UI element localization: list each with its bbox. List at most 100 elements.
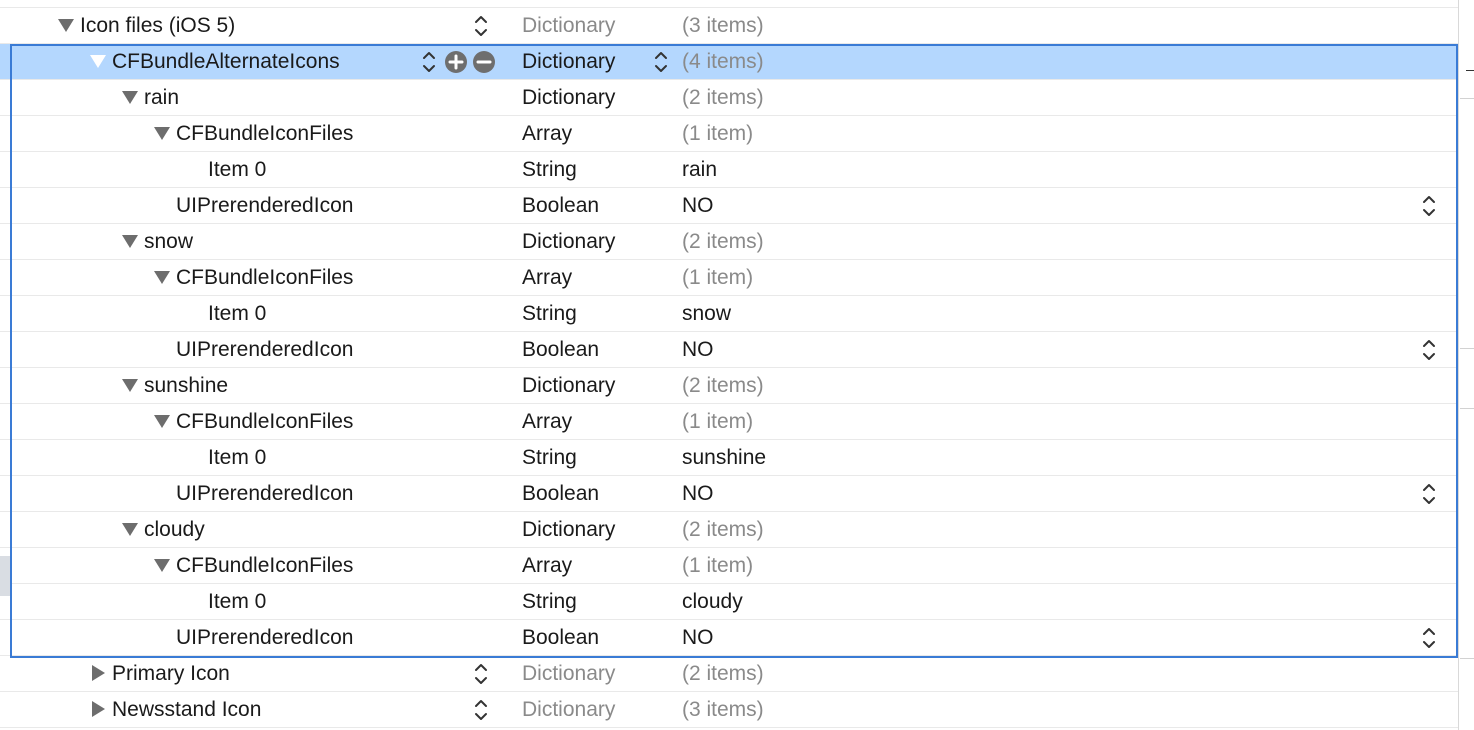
stepper-icon[interactable] [473, 0, 489, 4]
row-key: snow [144, 230, 194, 253]
row-key: rain [144, 86, 180, 109]
row-type: Array [522, 554, 573, 577]
table-row[interactable]: cloudy Dictionary (2 items) [0, 512, 1458, 548]
row-value: (1 item) [682, 554, 754, 577]
row-type: Boolean [522, 482, 600, 505]
disclosure-triangle-open-icon[interactable] [154, 271, 170, 284]
table-row[interactable]: CFBundleIconFiles Array (1 item) [0, 404, 1458, 440]
disclosure-triangle-open-icon[interactable] [122, 91, 138, 104]
row-value: (1 item) [682, 410, 754, 433]
row-value[interactable]: NO [682, 626, 714, 650]
disclosure-triangle-open-icon[interactable] [122, 379, 138, 392]
row-value[interactable]: NO [682, 194, 714, 218]
table-row-selected[interactable]: CFBundleAlternateIcons Dictionary (4 ite… [0, 44, 1458, 80]
row-key: Item 0 [208, 446, 267, 469]
remove-row-icon[interactable] [473, 51, 495, 73]
row-type: Dictionary [522, 374, 616, 397]
disclosure-triangle-open-icon[interactable] [90, 55, 106, 68]
row-key: CFBundleIconFiles [176, 410, 354, 433]
disclosure-triangle-closed-icon[interactable] [92, 701, 105, 717]
row-value[interactable]: rain [682, 158, 717, 182]
disclosure-triangle-open-icon[interactable] [122, 523, 138, 536]
property-list-editor: Icon files (iOS 5) Dictionary (3 items) … [0, 0, 1474, 730]
row-value[interactable]: snow [682, 302, 731, 326]
row-key: CFBundleIconFiles [176, 122, 354, 145]
table-row[interactable]: Primary Icon Dictionary (2 items) [0, 656, 1458, 692]
row-value[interactable]: NO [682, 338, 714, 362]
up-down-stepper-icon[interactable] [473, 660, 489, 688]
table-row[interactable]: UIPrerenderedIcon Boolean NO [0, 332, 1458, 368]
row-value: (1 item) [682, 266, 754, 289]
boolean-stepper-icon[interactable] [1421, 480, 1437, 508]
table-row[interactable]: Item 0 String snow [0, 296, 1458, 332]
left-pane-edge [0, 556, 10, 596]
row-key: Icon files (iOS 5) [80, 14, 236, 37]
row-type: Dictionary [522, 14, 616, 37]
disclosure-triangle-open-icon[interactable] [154, 127, 170, 140]
row-type: Dictionary [522, 518, 616, 541]
boolean-stepper-icon[interactable] [1421, 624, 1437, 652]
row-type: String [522, 302, 577, 325]
row-key: UIPrerenderedIcon [176, 626, 354, 649]
row-value[interactable]: sunshine [682, 446, 766, 470]
row-value: (4 items) [682, 50, 764, 73]
row-key: Item 0 [208, 302, 267, 325]
row-type: String [522, 446, 577, 469]
row-type: Boolean [522, 338, 600, 361]
row-type: String [522, 158, 577, 181]
row-value: (3 items) [682, 698, 764, 721]
row-key: Item 0 [208, 158, 267, 181]
row-key: UIPrerenderedIcon [176, 482, 354, 505]
row-value: (2 items) [682, 86, 764, 109]
disclosure-triangle-open-icon[interactable] [58, 19, 74, 32]
table-row[interactable]: Item 0 String rain [0, 152, 1458, 188]
type-stepper-icon[interactable] [653, 48, 669, 76]
row-value[interactable]: NO [682, 482, 714, 506]
row-type[interactable]: Dictionary [522, 50, 615, 74]
row-key: CFBundleIconFiles [176, 266, 354, 289]
table-row[interactable]: rain Dictionary (2 items) [0, 80, 1458, 116]
disclosure-triangle-closed-icon[interactable] [92, 665, 105, 681]
row-key: Newsstand Icon [112, 698, 262, 721]
row-value[interactable]: cloudy [682, 590, 743, 614]
table-row[interactable]: Item 0 String cloudy [0, 584, 1458, 620]
row-type: Dictionary [522, 230, 616, 253]
table-row[interactable]: sunshine Dictionary (2 items) [0, 368, 1458, 404]
boolean-stepper-icon[interactable] [1421, 336, 1437, 364]
row-key: Primary Icon [112, 662, 230, 685]
disclosure-triangle-open-icon[interactable] [154, 415, 170, 428]
row-value: (2 items) [682, 230, 764, 253]
table-row[interactable]: UIPrerenderedIcon Boolean NO [0, 476, 1458, 512]
table-row[interactable]: CFBundleIconFiles Array (1 item) [0, 548, 1458, 584]
table-row[interactable]: Newsstand Icon Dictionary (3 items) [0, 692, 1458, 728]
row-key: UIPrerenderedIcon [176, 194, 354, 217]
row-key: UIPrerenderedIcon [176, 338, 354, 361]
row-type: Dictionary [522, 698, 616, 721]
row-type: Array [522, 266, 573, 289]
add-row-icon[interactable] [445, 51, 467, 73]
row-value: (2 items) [682, 374, 764, 397]
table-row[interactable]: Item 0 String sunshine [0, 440, 1458, 476]
table-row[interactable]: CFBundleIconFiles Array (1 item) [0, 260, 1458, 296]
row-key[interactable]: CFBundleAlternateIcons [112, 50, 340, 74]
up-down-stepper-icon[interactable] [473, 12, 489, 40]
row-key: cloudy [144, 518, 205, 541]
table-row[interactable]: CFBundleIconFiles Array (1 item) [0, 116, 1458, 152]
row-value: (3 items) [682, 14, 764, 37]
row-type: Array [522, 410, 573, 433]
table-row[interactable]: snow Dictionary (2 items) [0, 224, 1458, 260]
row-value: (2 items) [682, 662, 764, 685]
row-type: Dictionary [522, 662, 616, 685]
row-type: Boolean [522, 194, 600, 217]
table-row-partial[interactable] [0, 0, 1458, 8]
right-pane-edge [1458, 0, 1474, 730]
up-down-stepper-icon[interactable] [421, 48, 437, 76]
table-row[interactable]: Icon files (iOS 5) Dictionary (3 items) [0, 8, 1458, 44]
disclosure-triangle-open-icon[interactable] [122, 235, 138, 248]
up-down-stepper-icon[interactable] [473, 696, 489, 724]
disclosure-triangle-open-icon[interactable] [154, 559, 170, 572]
table-row[interactable]: UIPrerenderedIcon Boolean NO [0, 620, 1458, 656]
boolean-stepper-icon[interactable] [1421, 192, 1437, 220]
row-type: Array [522, 122, 573, 145]
table-row[interactable]: UIPrerenderedIcon Boolean NO [0, 188, 1458, 224]
